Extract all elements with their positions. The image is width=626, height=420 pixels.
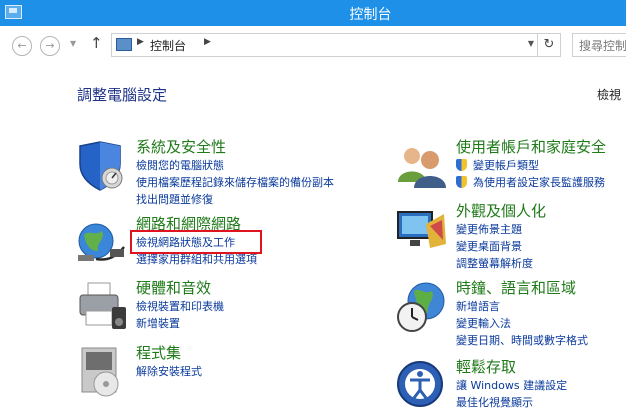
- display-icon: [397, 211, 446, 248]
- control-panel-icon: [116, 38, 132, 51]
- category-title[interactable]: 輕鬆存取: [456, 356, 516, 377]
- navigation-bar: ← → ▼ ↑ ▶ 控制台 ▶ ▼ ↻ 搜尋控制: [0, 26, 626, 64]
- category-title[interactable]: 程式集: [136, 342, 181, 363]
- link-windows-suggest-settings[interactable]: 讓 Windows 建議設定: [456, 377, 567, 394]
- recent-pages-dropdown[interactable]: ▼: [70, 39, 76, 48]
- highlight-box: [130, 230, 262, 254]
- category-title[interactable]: 硬體和音效: [136, 277, 211, 298]
- link-troubleshoot[interactable]: 找出問題並修復: [136, 191, 334, 208]
- shield-icon: [79, 141, 123, 191]
- back-button[interactable]: ←: [12, 36, 32, 56]
- ease-of-access-icon: [397, 361, 443, 407]
- link-change-account-type[interactable]: 變更帳戶類型: [456, 157, 605, 174]
- search-placeholder: 搜尋控制: [579, 39, 626, 53]
- address-dropdown-icon[interactable]: ▼: [528, 39, 534, 48]
- printer-icon: [79, 282, 126, 329]
- link-change-input[interactable]: 變更輸入法: [456, 315, 588, 332]
- link-desktop-background[interactable]: 變更桌面背景: [456, 238, 533, 255]
- link-review-status[interactable]: 檢閱您的電腦狀態: [136, 157, 334, 174]
- users-icon: [398, 148, 446, 188]
- window-title: 控制台: [349, 7, 392, 23]
- link-family-safety[interactable]: 為使用者設定家長監護服務: [456, 174, 605, 191]
- network-icon: [78, 223, 125, 261]
- category-title[interactable]: 時鐘、語言和區域: [456, 277, 576, 298]
- view-by-selector[interactable]: 檢視: [597, 86, 621, 103]
- link-optimize-visual-display[interactable]: 最佳化視覺顯示: [456, 394, 567, 411]
- clock-globe-icon: [397, 282, 445, 332]
- page-title: 調整電腦設定: [77, 86, 168, 104]
- address-bar[interactable]: ▶ 控制台 ▶ ▼ ↻: [111, 33, 561, 57]
- link-uninstall-program[interactable]: 解除安裝程式: [136, 363, 202, 380]
- link-add-language[interactable]: 新增語言: [456, 298, 588, 315]
- forward-button[interactable]: →: [40, 36, 60, 56]
- up-button[interactable]: ↑: [90, 34, 103, 52]
- link-add-device[interactable]: 新增裝置: [136, 315, 224, 332]
- link-devices-printers[interactable]: 檢視裝置和印表機: [136, 298, 224, 315]
- category-title[interactable]: 使用者帳戶和家庭安全: [456, 136, 606, 157]
- breadcrumb-separator-icon[interactable]: ▶: [137, 37, 144, 47]
- category-title[interactable]: 系統及安全性: [136, 136, 226, 157]
- title-bar: 控制台: [0, 0, 626, 26]
- breadcrumb-control-panel[interactable]: 控制台: [150, 37, 186, 54]
- link-screen-resolution[interactable]: 調整螢幕解析度: [456, 255, 533, 272]
- search-input[interactable]: 搜尋控制: [572, 33, 626, 57]
- programs-icon: [81, 347, 119, 397]
- link-file-history[interactable]: 使用檔案歷程記錄來儲存檔案的備份副本: [136, 174, 334, 191]
- link-change-theme[interactable]: 變更佈景主題: [456, 221, 533, 238]
- breadcrumb-separator-icon[interactable]: ▶: [204, 37, 211, 47]
- refresh-button[interactable]: ↻: [537, 34, 560, 56]
- category-title[interactable]: 外觀及個人化: [456, 200, 546, 221]
- link-date-time-format[interactable]: 變更日期、時間或數字格式: [456, 332, 588, 349]
